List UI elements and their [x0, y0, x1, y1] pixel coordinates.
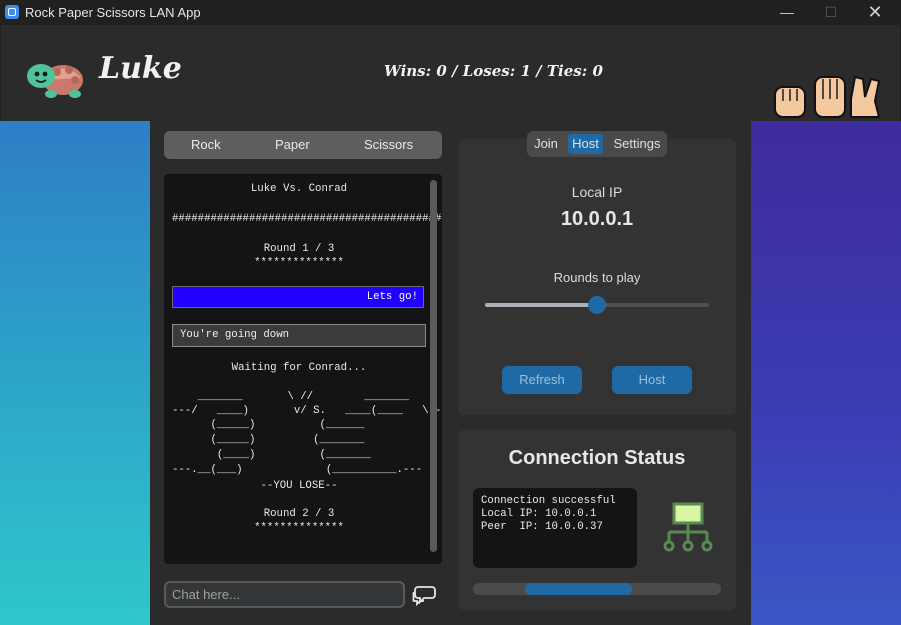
close-button[interactable]: ✕	[852, 0, 898, 25]
ascii-line: (_____) (______	[172, 419, 365, 431]
right-gradient-panel	[751, 121, 901, 625]
connection-title: Connection Status	[508, 447, 686, 469]
player-name: Luke	[99, 51, 182, 86]
connection-log: Connection successful Local IP: 10.0.0.1…	[473, 488, 637, 568]
scissors-button[interactable]: Scissors	[364, 137, 413, 152]
tab-join[interactable]: Join	[530, 134, 562, 154]
app-icon	[5, 5, 19, 19]
slider-knob[interactable]	[588, 296, 606, 314]
rock-paper-scissors-hands-icon	[774, 75, 881, 118]
local-ip-value: 10.0.0.1	[560, 208, 634, 230]
connection-line: Connection successful	[481, 495, 616, 507]
local-ip-label: Local IP	[571, 184, 623, 200]
move-selector: Rock Paper Scissors	[164, 131, 442, 159]
progress-indicator	[525, 583, 632, 595]
rounds-slider[interactable]	[485, 296, 709, 314]
log-round: Round 1 / 3	[263, 243, 335, 255]
score-summary: Wins: 0 / Loses: 1 / Ties: 0	[384, 62, 603, 80]
ascii-line: (_____) (_______	[172, 434, 365, 446]
rock-button[interactable]: Rock	[191, 137, 221, 152]
minimize-button[interactable]: —	[764, 0, 810, 25]
log-round: Round 2 / 3	[263, 508, 335, 520]
chat-send-icon[interactable]	[412, 584, 436, 606]
maximize-button[interactable]: ☐	[808, 0, 854, 25]
log-stars: **************	[254, 257, 344, 269]
host-button[interactable]: Host	[612, 366, 692, 394]
slider-fill	[485, 303, 597, 307]
log-title: Luke Vs. Conrad	[250, 183, 348, 195]
peer-chat-message: You're going down	[172, 324, 426, 347]
rounds-label: Rounds to play	[553, 270, 641, 285]
mode-tabs: Join Host Settings	[527, 131, 667, 157]
log-result: --YOU LOSE--	[260, 480, 338, 492]
tab-settings[interactable]: Settings	[609, 134, 665, 154]
my-chat-message: Lets go!	[172, 286, 424, 308]
log-divider: ########################################…	[172, 213, 442, 225]
ascii-line: _______ \ // _______	[172, 391, 410, 403]
window-title: Rock Paper Scissors LAN App	[25, 5, 201, 20]
chat-input[interactable]	[164, 581, 405, 608]
connection-line: Peer IP: 10.0.0.37	[481, 521, 603, 533]
log-scrollbar[interactable]	[430, 180, 437, 552]
refresh-button[interactable]: Refresh	[502, 366, 582, 394]
ascii-line: (____) (_______	[172, 449, 371, 461]
title-bar: Rock Paper Scissors LAN App — ☐ ✕	[0, 0, 901, 25]
turtle-avatar-icon	[27, 64, 83, 98]
log-stars: **************	[254, 522, 344, 534]
paper-button[interactable]: Paper	[275, 137, 310, 152]
header: Luke Wins: 0 / Loses: 1 / Ties: 0	[1, 25, 900, 121]
connection-progress-bar	[473, 583, 721, 595]
network-connected-icon	[663, 502, 713, 552]
ascii-line: ---.__(___) (__________.---	[172, 464, 423, 476]
left-gradient-panel	[0, 121, 150, 625]
connection-line: Local IP: 10.0.0.1	[481, 508, 597, 520]
game-log[interactable]: Luke Vs. Conrad ########################…	[164, 174, 442, 564]
tab-host[interactable]: Host	[568, 134, 603, 154]
ascii-line: ---/ ____) v/ S. ____(____ \---	[172, 405, 442, 417]
log-waiting: Waiting for Conrad...	[231, 362, 367, 374]
